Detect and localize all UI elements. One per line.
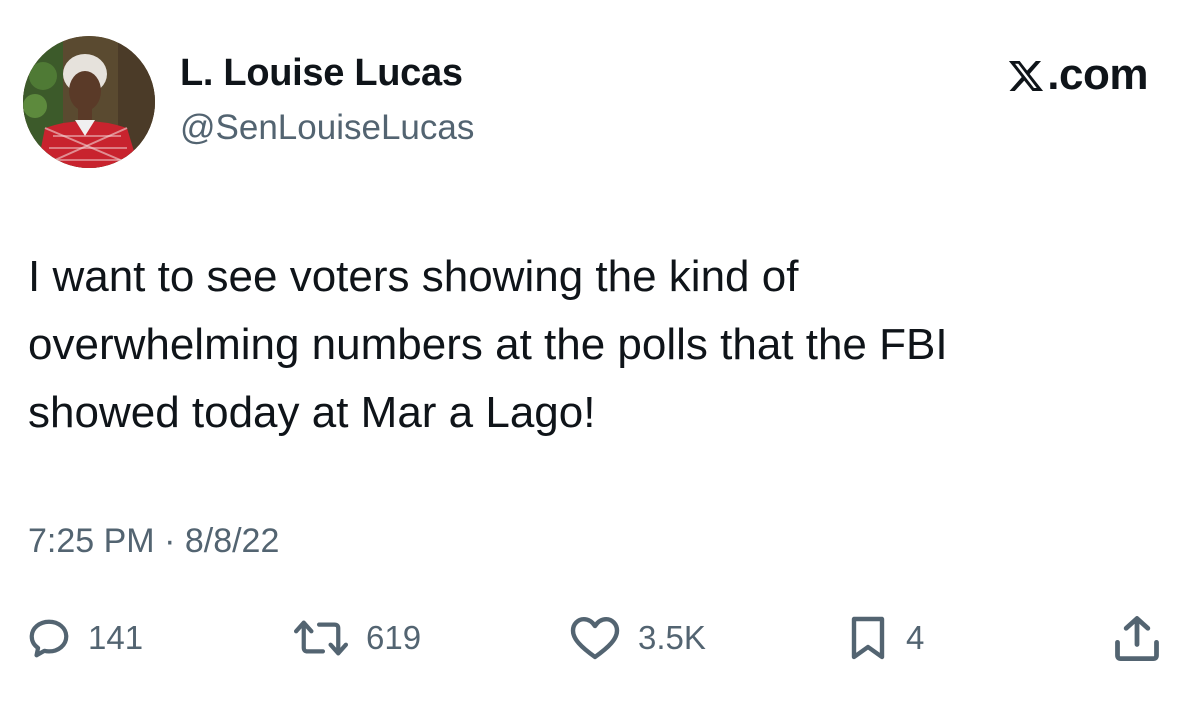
- repost-button[interactable]: 619: [292, 613, 421, 663]
- share-button[interactable]: [1110, 613, 1164, 663]
- tweet-text-line: showed today at Mar a Lago!: [28, 388, 596, 437]
- author-name[interactable]: L. Louise Lucas: [180, 52, 463, 95]
- repost-icon: [292, 615, 350, 661]
- share-icon: [1110, 612, 1164, 664]
- reply-button[interactable]: 141: [26, 613, 143, 663]
- repost-count: 619: [366, 619, 422, 656]
- tweet-text-line: overwhelming numbers at the polls that t…: [28, 320, 948, 369]
- author-handle[interactable]: @SenLouiseLucas: [180, 108, 474, 148]
- avatar-photo-icon: [23, 36, 155, 168]
- tweet-timestamp[interactable]: 7:25 PM · 8/8/22: [28, 522, 279, 561]
- brand-logo: .com: [1007, 50, 1148, 100]
- bookmark-button[interactable]: 4: [846, 613, 924, 663]
- like-count: 3.5K: [638, 619, 706, 656]
- bookmark-count: 4: [906, 619, 925, 656]
- tweet-text-line: I want to see voters showing the kind of: [28, 252, 799, 301]
- author-avatar[interactable]: [23, 36, 155, 168]
- heart-icon: [568, 614, 622, 662]
- tweet-text: I want to see voters showing the kind of…: [28, 243, 1158, 447]
- like-button[interactable]: 3.5K: [568, 613, 706, 663]
- reply-icon: [26, 615, 72, 661]
- bookmark-icon: [846, 614, 890, 662]
- brand-domain: .com: [1047, 50, 1148, 99]
- tweet-card: L. Louise Lucas @SenLouiseLucas .com I w…: [0, 0, 1200, 702]
- x-logo-icon: [1007, 56, 1045, 94]
- reply-count: 141: [88, 619, 144, 656]
